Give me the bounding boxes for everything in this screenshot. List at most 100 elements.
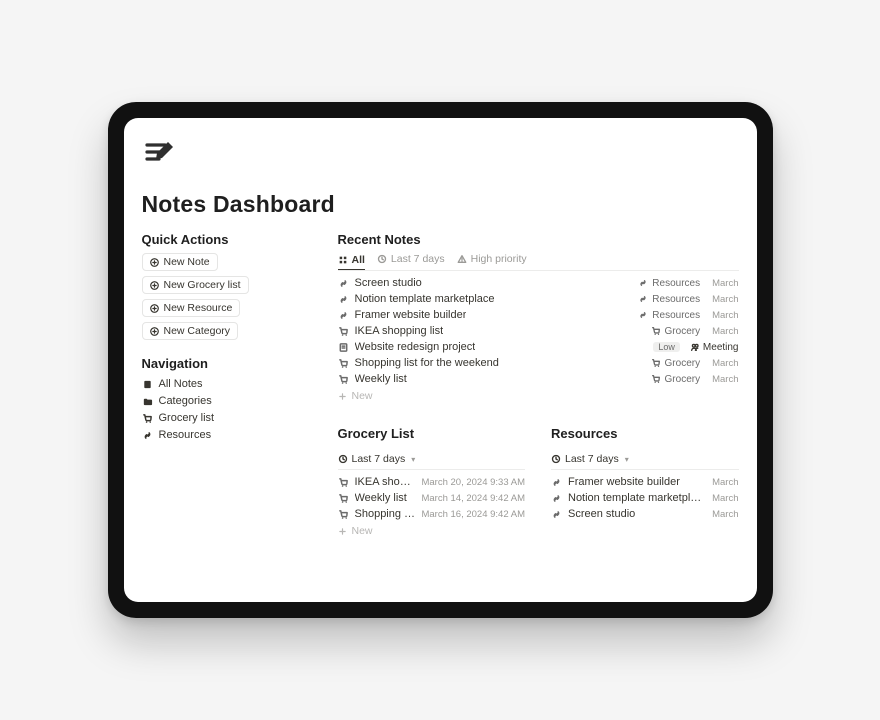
navigation-heading: Navigation (142, 356, 312, 371)
item-title: Screen studio (568, 508, 635, 520)
link-icon (338, 310, 349, 321)
recent-notes-heading: Recent Notes (338, 232, 739, 247)
list-item[interactable]: Shopping list for the weekend March 16, … (338, 506, 526, 522)
notes-icon (142, 379, 153, 390)
new-grocery-list-button[interactable]: New Grocery list (142, 276, 249, 294)
new-label: New (352, 390, 373, 402)
recent-notes-tabs: All Last 7 days High priority (338, 253, 739, 271)
cart-icon (338, 326, 349, 337)
view-label: Last 7 days (352, 453, 406, 465)
tab-high-priority[interactable]: High priority (457, 253, 527, 267)
item-title: IKEA shopping list (355, 476, 416, 488)
note-tag: Meeting (690, 342, 739, 353)
new-grocery-row[interactable]: New (338, 522, 526, 537)
link-icon (142, 430, 153, 441)
note-date: March (712, 278, 738, 289)
cart-icon (338, 477, 349, 488)
people-icon (690, 342, 700, 352)
tab-all[interactable]: All (338, 254, 365, 270)
list-item[interactable]: Screen studio Resources March (338, 275, 739, 291)
note-date: March (712, 294, 738, 305)
quick-actions: New Note New Grocery list New Resource (142, 253, 312, 340)
note-title: IKEA shopping list (355, 325, 444, 337)
item-date: March (712, 509, 738, 520)
resources-view-selector[interactable]: Last 7 days ▾ (551, 451, 739, 470)
resources-heading: Resources (551, 426, 739, 441)
cart-icon (651, 358, 661, 368)
recent-notes-list: Screen studio Resources March Notion tem… (338, 275, 739, 402)
app-logo-icon (144, 138, 739, 173)
tab-last-7-days[interactable]: Last 7 days (377, 253, 445, 267)
warning-icon (457, 254, 467, 264)
list-item[interactable]: Weekly list March 14, 2024 9:42 AM (338, 490, 526, 506)
clock-icon (377, 254, 387, 264)
clock-icon (551, 454, 561, 464)
list-item[interactable]: Website redesign project Low Meeting (338, 339, 739, 355)
nav-label: Resources (159, 429, 212, 441)
tab-label: High priority (471, 253, 527, 265)
navigation: All Notes Categories Grocery list (142, 377, 312, 442)
note-title: Shopping list for the weekend (355, 357, 499, 369)
resources-panel: Resources Last 7 days ▾ Framer web (551, 426, 739, 537)
nav-categories[interactable]: Categories (142, 394, 312, 408)
item-date: March (712, 477, 738, 488)
link-icon (551, 493, 562, 504)
note-icon (338, 342, 349, 353)
grocery-heading: Grocery List (338, 426, 526, 441)
new-label: New (352, 525, 373, 537)
item-date: March (712, 493, 738, 504)
note-date: March (712, 374, 738, 385)
note-date: March (712, 358, 738, 369)
note-category: Resources (638, 310, 700, 321)
link-icon (338, 294, 349, 305)
cart-icon (651, 326, 661, 336)
grid-icon (338, 255, 348, 265)
priority-badge: Low (653, 342, 680, 352)
list-item[interactable]: Screen studio March (551, 506, 739, 522)
nav-label: Grocery list (159, 412, 215, 424)
new-note-button[interactable]: New Note (142, 253, 218, 271)
tab-label: Last 7 days (391, 253, 445, 265)
link-icon (551, 509, 562, 520)
new-category-button[interactable]: New Category (142, 322, 239, 340)
link-icon (638, 278, 648, 288)
nav-grocery-list[interactable]: Grocery list (142, 411, 312, 425)
plus-icon (338, 392, 347, 401)
pill-label: New Note (164, 256, 210, 268)
list-item[interactable]: IKEA shopping list March 20, 2024 9:33 A… (338, 474, 526, 490)
screen: Notes Dashboard Quick Actions New Note (124, 118, 757, 602)
item-title: Shopping list for the weekend (355, 508, 416, 520)
plus-circle-icon (150, 304, 159, 313)
list-item[interactable]: Notion template marketplace March (551, 490, 739, 506)
list-item[interactable]: IKEA shopping list Grocery March (338, 323, 739, 339)
nav-all-notes[interactable]: All Notes (142, 377, 312, 391)
cart-icon (338, 374, 349, 385)
nav-label: All Notes (159, 378, 203, 390)
cart-icon (651, 374, 661, 384)
list-item[interactable]: Notion template marketplace Resources Ma… (338, 291, 739, 307)
item-title: Weekly list (355, 492, 407, 504)
grocery-view-selector[interactable]: Last 7 days ▾ (338, 451, 526, 470)
page-title: Notes Dashboard (142, 191, 739, 218)
item-title: Framer website builder (568, 476, 680, 488)
tablet-frame: Notes Dashboard Quick Actions New Note (108, 102, 773, 618)
grocery-panel: Grocery List Last 7 days ▾ IKEA sh (338, 426, 526, 537)
link-icon (551, 477, 562, 488)
item-date: March 20, 2024 9:33 AM (421, 477, 525, 488)
view-label: Last 7 days (565, 453, 619, 465)
chevron-down-icon: ▾ (411, 455, 415, 464)
list-item[interactable]: Shopping list for the weekend Grocery Ma… (338, 355, 739, 371)
note-category: Resources (638, 294, 700, 305)
cart-icon (338, 358, 349, 369)
note-title: Framer website builder (355, 309, 467, 321)
plus-icon (338, 527, 347, 536)
new-resource-button[interactable]: New Resource (142, 299, 241, 317)
nav-resources[interactable]: Resources (142, 428, 312, 442)
list-item[interactable]: Weekly list Grocery March (338, 371, 739, 387)
link-icon (638, 310, 648, 320)
list-item[interactable]: Framer website builder Resources March (338, 307, 739, 323)
cart-icon (338, 509, 349, 520)
list-item[interactable]: Framer website builder March (551, 474, 739, 490)
new-note-row[interactable]: New (338, 387, 739, 402)
plus-circle-icon (150, 281, 159, 290)
